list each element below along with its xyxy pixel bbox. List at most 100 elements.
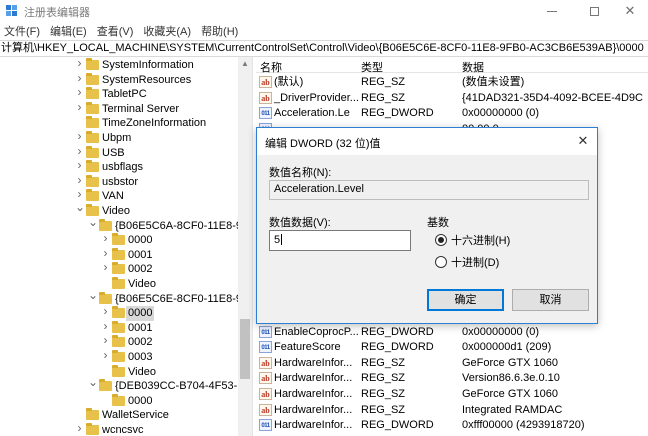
maximize-button[interactable]: [574, 0, 614, 22]
tree-node[interactable]: › Ubpm: [0, 130, 238, 146]
folder-icon: [112, 233, 125, 246]
tree-node[interactable]: › TabletPC: [0, 86, 238, 102]
tree-node[interactable]: Video: [0, 277, 238, 292]
tree-node[interactable]: › usbstor: [0, 174, 238, 190]
chevron-right-icon[interactable]: ›: [101, 305, 110, 317]
tree-node[interactable]: Video: [0, 364, 238, 380]
value-data: GeForce GTX 1060: [462, 356, 558, 369]
tree-node[interactable]: › Terminal Server: [0, 101, 238, 117]
menu-item[interactable]: 编辑(E): [46, 23, 93, 39]
chevron-down-icon[interactable]: ⌄: [88, 289, 98, 301]
tree-node[interactable]: WalletService: [0, 408, 238, 423]
tree-node[interactable]: › 0002: [0, 334, 238, 350]
chevron-right-icon[interactable]: ›: [75, 130, 84, 142]
tree-node[interactable]: 0000: [0, 393, 238, 409]
chevron-right-icon[interactable]: ›: [101, 334, 110, 346]
chevron-right-icon[interactable]: ›: [101, 232, 110, 244]
tree-node-label: {B06E5C6A-8CF0-11E8-9: [115, 219, 238, 232]
chevron-right-icon[interactable]: ›: [75, 159, 84, 171]
tree-node[interactable]: › 0001: [0, 320, 238, 336]
value-row[interactable]: 011 FeatureScore REG_DWORD 0x000000d1 (209): [256, 339, 648, 355]
chevron-right-icon[interactable]: ›: [101, 261, 110, 273]
window-title: 注册表编辑器: [24, 7, 90, 19]
tree-node[interactable]: › VAN: [0, 188, 238, 204]
value-row[interactable]: ab (默认) REG_SZ (数值未设置): [256, 74, 648, 90]
scroll-thumb[interactable]: [240, 319, 250, 379]
chevron-right-icon[interactable]: ›: [75, 86, 84, 98]
address-bar[interactable]: 计算机\HKEY_LOCAL_MACHINE\SYSTEM\CurrentCon…: [0, 40, 648, 57]
value-data: 0x000000d1 (209): [462, 341, 552, 354]
dialog-close-icon[interactable]: ✕: [573, 132, 593, 150]
chevron-right-icon[interactable]: ›: [75, 422, 84, 434]
tree-node[interactable]: › SystemResources: [0, 72, 238, 88]
value-row[interactable]: ab HardwareInfor... REG_SZ GeForce GTX 1060: [256, 355, 648, 371]
value-row[interactable]: ab HardwareInfor... REG_SZ Integrated RAMDA…: [256, 402, 648, 418]
value-row[interactable]: 011 HardwareInfor... REG_DWORD 0xfff00000 (…: [256, 417, 648, 433]
value-type: REG_DWORD: [361, 107, 434, 120]
chevron-down-icon[interactable]: ⌄: [88, 376, 98, 388]
tree-node-label: 0000: [126, 306, 155, 322]
scroll-up-arrow-icon[interactable]: ▲: [238, 57, 252, 71]
value-type: REG_SZ: [361, 388, 406, 400]
tree-node[interactable]: ⌄ {DEB039CC-B704-4F53-B: [0, 376, 238, 394]
minimize-button[interactable]: [532, 0, 572, 22]
ok-button[interactable]: 确定: [427, 289, 504, 311]
tree-node[interactable]: › usbflags: [0, 159, 238, 175]
tree-node[interactable]: › 0000: [0, 305, 238, 322]
folder-icon: [86, 58, 99, 70]
cancel-button[interactable]: 取消: [512, 289, 589, 311]
column-header-name[interactable]: 名称: [260, 59, 282, 75]
tree-node[interactable]: › SystemInformation: [0, 57, 238, 73]
chevron-right-icon[interactable]: ›: [75, 174, 84, 186]
radio-hex-button[interactable]: [435, 234, 447, 246]
tree-scrollbar[interactable]: ▲: [238, 57, 252, 436]
value-name: _DriverProvider...: [274, 91, 359, 104]
chevron-right-icon[interactable]: ›: [75, 72, 84, 84]
chevron-right-icon[interactable]: ›: [75, 145, 84, 157]
tree-node[interactable]: ⌄ {B06E5C6A-8CF0-11E8-9: [0, 216, 238, 234]
menu-bar: 文件(F) 编辑(E) 查看(V) 收藏夹(A) 帮助(H): [0, 22, 648, 40]
value-row[interactable]: ab _DriverProvider... REG_SZ {41DAD321-35D4…: [256, 90, 648, 106]
folder-icon: [86, 174, 99, 187]
chevron-right-icon[interactable]: ›: [101, 247, 110, 259]
column-header-data[interactable]: 数据: [462, 59, 484, 75]
chevron-right-icon[interactable]: ›: [75, 101, 84, 113]
tree-node[interactable]: › wcncsvc: [0, 422, 238, 436]
tree-node[interactable]: TimeZoneInformation: [0, 116, 238, 131]
dialog-body: 数值名称(N): Acceleration.Level 数值数据(V): 5 基…: [257, 155, 597, 323]
tree-node[interactable]: ⌄ {B06E5C6E-8CF0-11E8-9F: [0, 289, 238, 307]
value-row[interactable]: ab HardwareInfor... REG_SZ Version86.6.3e.0…: [256, 370, 648, 386]
chevron-right-icon[interactable]: ›: [75, 188, 84, 200]
value-data-input[interactable]: 5: [269, 230, 411, 251]
menu-item[interactable]: 帮助(H): [197, 23, 244, 39]
radio-dec[interactable]: 十进制(D): [435, 254, 499, 270]
radio-hex[interactable]: 十六进制(H): [435, 232, 510, 248]
string-value-icon: ab: [259, 403, 272, 416]
column-header-type[interactable]: 类型: [361, 59, 383, 75]
tree-node-label: 0000: [128, 234, 153, 247]
menu-item[interactable]: 文件(F): [0, 23, 46, 39]
tree-node[interactable]: › 0003: [0, 349, 238, 365]
value-row[interactable]: 011 EnableCoprocP... REG_DWORD 0x00000000 (…: [256, 324, 648, 340]
string-value-icon: ab: [259, 76, 272, 88]
string-value-icon: ab: [259, 372, 272, 385]
folder-icon: [112, 350, 125, 362]
value-row[interactable]: ab HardwareInfor... REG_SZ GeForce GTX 1060: [256, 386, 648, 402]
chevron-down-icon[interactable]: ⌄: [88, 216, 98, 228]
tree-node[interactable]: › 0002: [0, 261, 238, 277]
tree-node[interactable]: › USB: [0, 145, 238, 161]
binary-value-icon: 011: [259, 419, 272, 432]
chevron-right-icon[interactable]: ›: [101, 320, 110, 332]
tree-node[interactable]: › 0000: [0, 232, 238, 248]
value-row[interactable]: 011 Acceleration.Le REG_DWORD 0x00000000 (0…: [256, 105, 648, 121]
chevron-right-icon[interactable]: ›: [75, 57, 84, 69]
tree-node[interactable]: › 0001: [0, 247, 238, 263]
tree-node[interactable]: ⌄ Video: [0, 201, 238, 219]
menu-item[interactable]: 收藏夹(A): [139, 23, 197, 39]
radio-dec-button[interactable]: [435, 256, 447, 268]
menu-item[interactable]: 查看(V): [93, 23, 140, 39]
close-button[interactable]: ✕: [612, 0, 648, 22]
chevron-right-icon[interactable]: ›: [101, 349, 110, 361]
tree-node-label: 0002: [128, 263, 153, 276]
chevron-down-icon[interactable]: ⌄: [75, 201, 85, 213]
